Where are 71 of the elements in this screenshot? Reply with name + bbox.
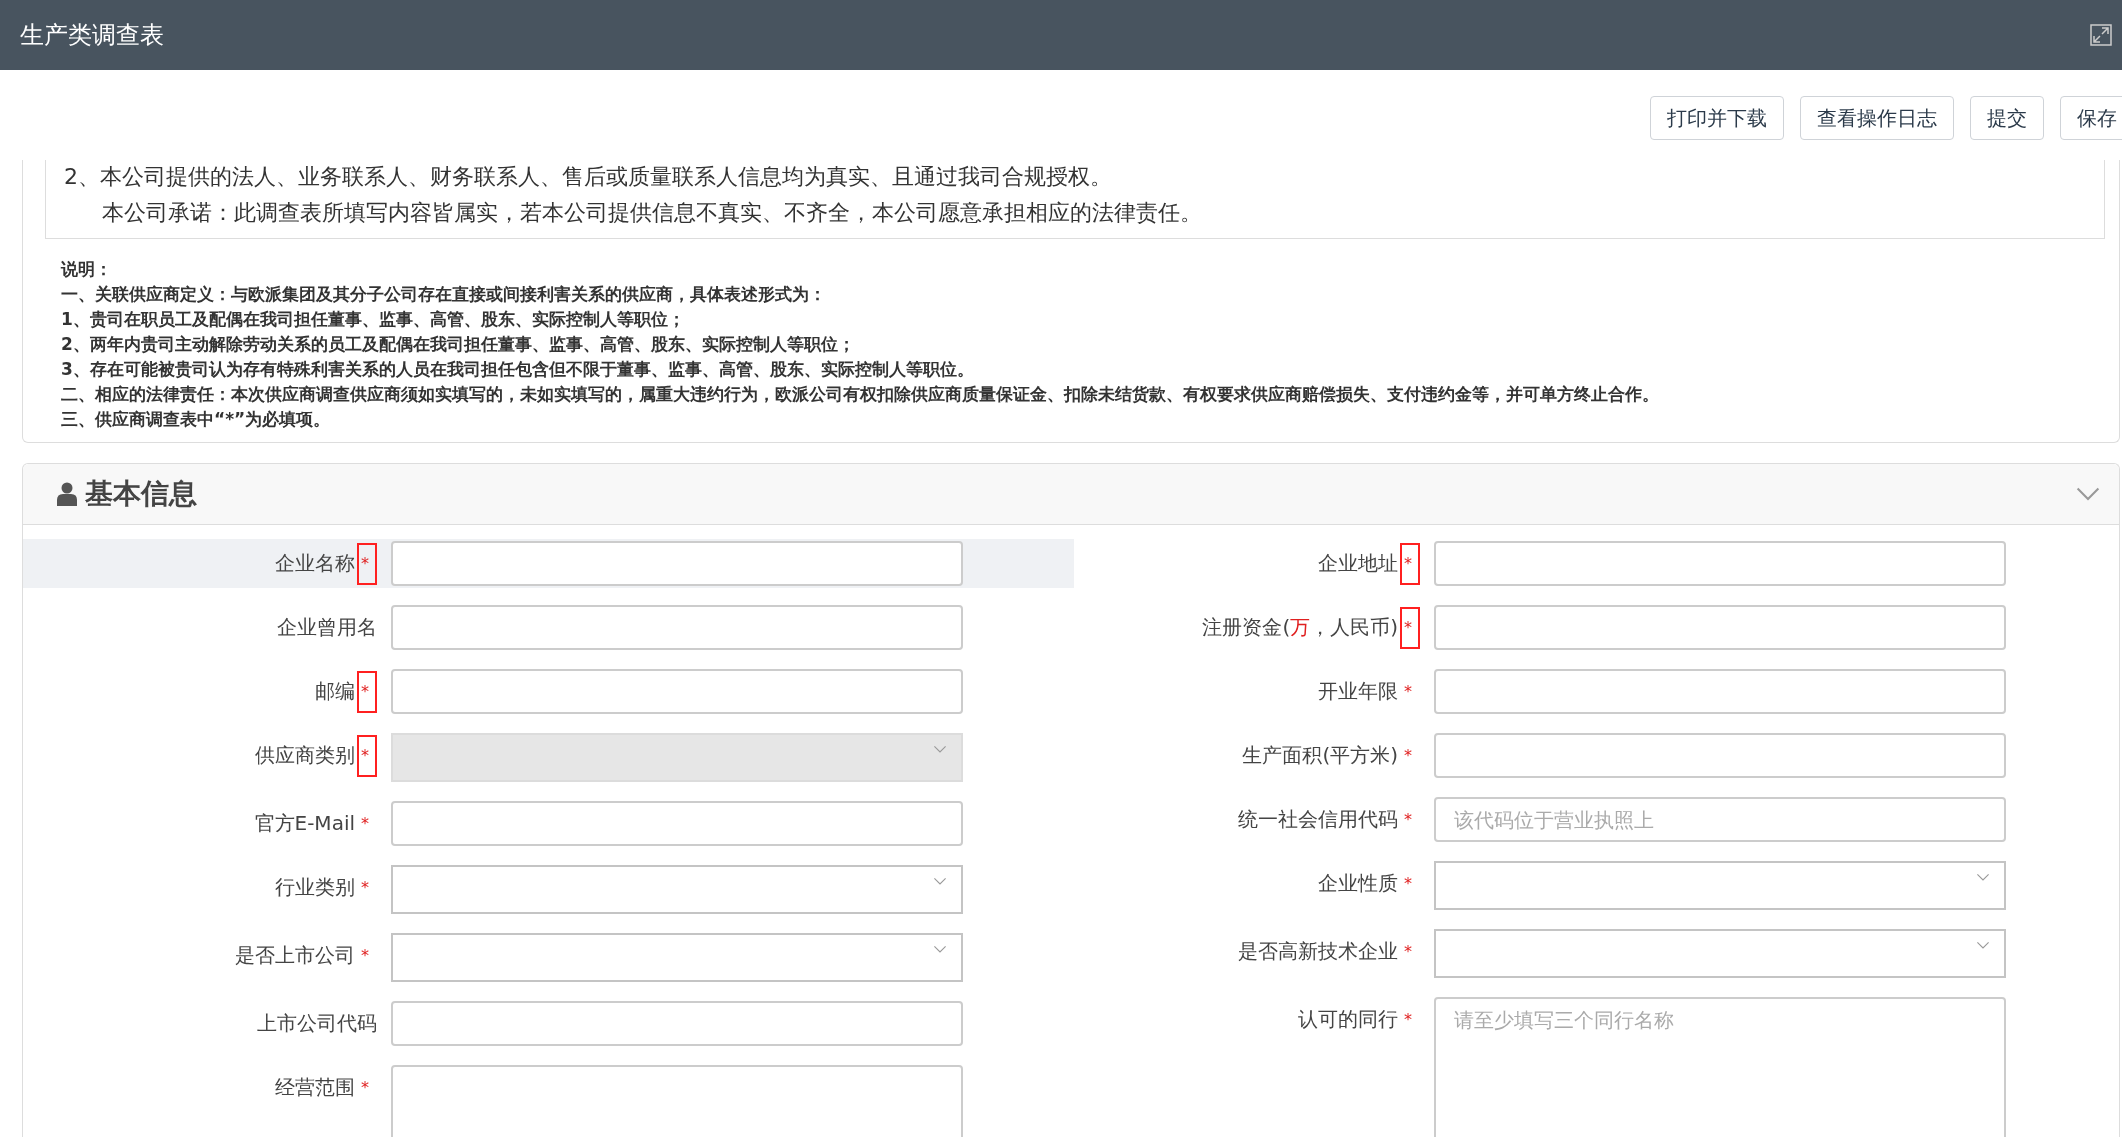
- field-label: 认可的同行: [1298, 1006, 1398, 1033]
- text-field[interactable]: [1434, 669, 2006, 714]
- required-mark: *: [1403, 1008, 1413, 1031]
- select-field[interactable]: [1434, 861, 2006, 910]
- field-label: 企业曾用名: [277, 614, 377, 641]
- caret-icon: [933, 745, 947, 754]
- note-text: 1、贵司在职员工及配偶在我司担任董事、监事、高管、股东、实际控制人等职位；: [61, 309, 686, 330]
- required-mark: *: [1403, 872, 1413, 895]
- section-title: 基本信息: [85, 476, 197, 512]
- toolbar-button[interactable]: 打印并下载: [1650, 96, 1784, 140]
- field-label: 企业名称: [275, 550, 355, 577]
- select-field[interactable]: [1434, 929, 2006, 978]
- field-label: 官方E-Mail: [254, 810, 355, 837]
- toolbar-button[interactable]: 查看操作日志: [1800, 96, 1954, 140]
- required-mark: *: [357, 670, 377, 713]
- required-mark: *: [360, 812, 370, 835]
- text-field[interactable]: [1434, 605, 2006, 650]
- commitment-text: 2、本公司提供的法人、业务联系人、财务联系人、售后或质量联系人信息均为真实、且通过我司合规授权。: [64, 163, 1112, 191]
- field-label: 统一社会信用代码: [1238, 806, 1398, 833]
- user-icon: [57, 482, 77, 506]
- section-header[interactable]: 基本信息: [23, 464, 2119, 525]
- text-field[interactable]: 该代码位于营业执照上: [1434, 797, 2006, 842]
- text-field[interactable]: [391, 605, 963, 650]
- field-label: 开业年限: [1318, 678, 1398, 705]
- text-field[interactable]: [391, 801, 963, 846]
- field-label: 是否高新技术企业: [1238, 938, 1398, 965]
- caret-icon: [1976, 941, 1990, 950]
- commitment-text: 本公司承诺：此调查表所填写内容皆属实，若本公司提供信息不真实、不齐全，本公司愿意承担相应的法律责任。: [102, 199, 1202, 227]
- note-text: 一、关联供应商定义：与欧派集团及其分子公司存在直接或间接利害关系的供应商，具体表述形式为：: [61, 284, 827, 305]
- window-title: 生产类调查表: [20, 20, 164, 51]
- note-text: 2、两年内贵司主动解除劳动关系的员工及配偶在我司担任董事、监事、高管、股东、实际控制人等职位；: [61, 334, 856, 355]
- field-label: 生产面积(平方米): [1242, 742, 1398, 769]
- field-label: 邮编: [315, 678, 355, 705]
- caret-icon: [1976, 873, 1990, 882]
- caret-icon: [933, 877, 947, 886]
- chevron-icon: [2075, 486, 2101, 502]
- required-mark: *: [1403, 940, 1413, 963]
- required-mark: *: [360, 876, 370, 899]
- required-mark: *: [1400, 542, 1420, 585]
- required-mark: *: [1403, 680, 1413, 703]
- note-text: 三、供应商调查表中“*”为必填项。: [61, 409, 332, 430]
- caret-icon: [933, 945, 947, 954]
- expand-icon[interactable]: [2090, 24, 2112, 46]
- required-mark: *: [357, 734, 377, 777]
- toolbar-button[interactable]: 保存: [2060, 96, 2122, 140]
- note-text: 说明：: [61, 259, 113, 280]
- required-mark: *: [357, 542, 377, 585]
- field-label: 供应商类别: [255, 742, 355, 769]
- note-text: 二、相应的法律责任：本次供应商调查供应商须如实填写的，未如实填写的，属重大违约行为，欧派公司有权扣除供应商质量保证金、扣除未结货款、有权要求供应商赔偿损失、支付违约金等，并可单方终止合作。: [61, 384, 1660, 405]
- select-field[interactable]: [391, 933, 963, 982]
- text-field[interactable]: [391, 1001, 963, 1046]
- text-area[interactable]: 请至少填写三个同行名称: [1434, 997, 2006, 1137]
- select-field[interactable]: [391, 865, 963, 914]
- field-label: 企业性质: [1318, 870, 1398, 897]
- note-text: 3、存在可能被贵司认为存有特殊利害关系的人员在我司担任包含但不限于董事、监事、高管、股东、实际控制人等职位。: [61, 359, 975, 380]
- toolbar-button[interactable]: 提交: [1970, 96, 2044, 140]
- required-mark: *: [360, 1076, 370, 1099]
- field-label: 企业地址: [1318, 550, 1398, 577]
- field-label: 注册资金(万，人民币): [1202, 614, 1398, 641]
- text-field[interactable]: [1434, 733, 2006, 778]
- text-field[interactable]: [391, 669, 963, 714]
- field-label: 行业类别: [275, 874, 355, 901]
- required-mark: *: [360, 944, 370, 967]
- field-label: 上市公司代码: [257, 1010, 377, 1037]
- field-label: 经营范围: [275, 1074, 355, 1101]
- required-mark: *: [1400, 606, 1420, 649]
- text-field[interactable]: [391, 541, 963, 586]
- text-field[interactable]: [1434, 541, 2006, 586]
- required-mark: *: [1403, 808, 1413, 831]
- field-label: 是否上市公司: [235, 942, 355, 969]
- required-mark: *: [1403, 744, 1413, 767]
